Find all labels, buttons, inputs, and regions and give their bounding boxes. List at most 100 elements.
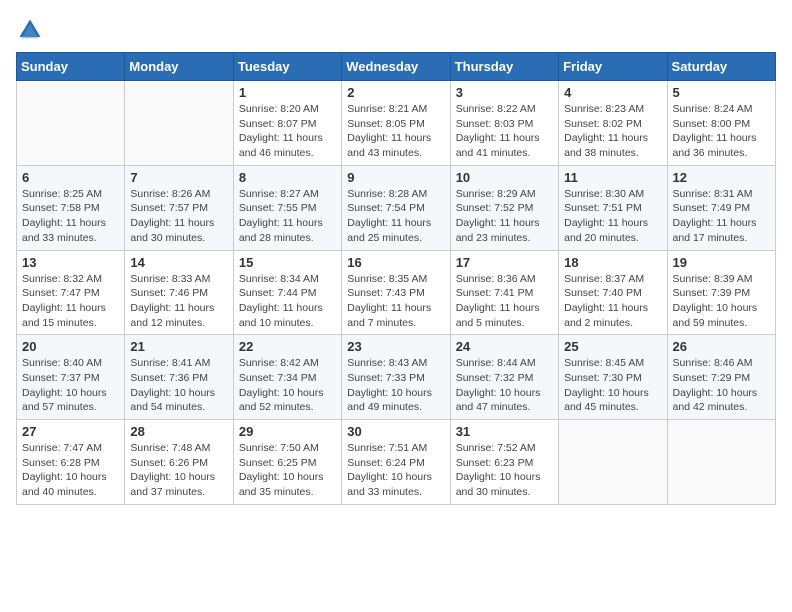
calendar-header-monday: Monday: [125, 53, 233, 81]
calendar-cell: 12 Sunrise: 8:31 AM Sunset: 7:49 PM Dayli…: [667, 165, 775, 250]
day-info: Sunrise: 8:40 AM Sunset: 7:37 PM Dayligh…: [22, 356, 119, 415]
day-info: Sunrise: 8:36 AM Sunset: 7:41 PM Dayligh…: [456, 272, 553, 331]
day-number: 22: [239, 339, 336, 354]
logo-icon: [16, 16, 44, 44]
calendar-cell: 18 Sunrise: 8:37 AM Sunset: 7:40 PM Dayli…: [559, 250, 667, 335]
day-info: Sunrise: 8:37 AM Sunset: 7:40 PM Dayligh…: [564, 272, 661, 331]
calendar-cell: 27Sunrise: 7:47 AM Sunset: 6:28 PM Dayli…: [17, 420, 125, 505]
calendar-header-friday: Friday: [559, 53, 667, 81]
day-info: Sunrise: 7:47 AM Sunset: 6:28 PM Dayligh…: [22, 441, 119, 500]
calendar-week-row: 6 Sunrise: 8:25 AM Sunset: 7:58 PM Daylig…: [17, 165, 776, 250]
day-info: Sunrise: 8:44 AM Sunset: 7:32 PM Dayligh…: [456, 356, 553, 415]
day-number: 20: [22, 339, 119, 354]
calendar-cell: 31 Sunrise: 7:52 AM Sunset: 6:23 PM Dayli…: [450, 420, 558, 505]
day-info: Sunrise: 7:50 AM Sunset: 6:25 PM Dayligh…: [239, 441, 336, 500]
calendar-cell: 7 Sunrise: 8:26 AM Sunset: 7:57 PM Daylig…: [125, 165, 233, 250]
day-info: Sunrise: 8:23 AM Sunset: 8:02 PM Dayligh…: [564, 102, 661, 161]
day-info: Sunrise: 7:48 AM Sunset: 6:26 PM Dayligh…: [130, 441, 227, 500]
calendar-cell: 21 Sunrise: 8:41 AM Sunset: 7:36 PM Dayli…: [125, 335, 233, 420]
calendar-cell: 9 Sunrise: 8:28 AM Sunset: 7:54 PM Daylig…: [342, 165, 450, 250]
calendar-cell: 26 Sunrise: 8:46 AM Sunset: 7:29 PM Dayli…: [667, 335, 775, 420]
day-info: Sunrise: 8:29 AM Sunset: 7:52 PM Dayligh…: [456, 187, 553, 246]
day-info: Sunrise: 7:51 AM Sunset: 6:24 PM Dayligh…: [347, 441, 444, 500]
day-number: 24: [456, 339, 553, 354]
calendar-week-row: 27Sunrise: 7:47 AM Sunset: 6:28 PM Dayli…: [17, 420, 776, 505]
day-number: 12: [673, 170, 770, 185]
calendar-cell: 30 Sunrise: 7:51 AM Sunset: 6:24 PM Dayli…: [342, 420, 450, 505]
day-number: 3: [456, 85, 553, 100]
day-info: Sunrise: 8:24 AM Sunset: 8:00 PM Dayligh…: [673, 102, 770, 161]
day-number: 21: [130, 339, 227, 354]
day-number: 26: [673, 339, 770, 354]
day-info: Sunrise: 8:31 AM Sunset: 7:49 PM Dayligh…: [673, 187, 770, 246]
day-info: Sunrise: 8:27 AM Sunset: 7:55 PM Dayligh…: [239, 187, 336, 246]
day-number: 18: [564, 255, 661, 270]
page-header: [16, 16, 776, 44]
calendar-header-wednesday: Wednesday: [342, 53, 450, 81]
calendar-cell: 23Sunrise: 8:43 AM Sunset: 7:33 PM Dayli…: [342, 335, 450, 420]
calendar-cell: 22Sunrise: 8:42 AM Sunset: 7:34 PM Dayli…: [233, 335, 341, 420]
day-info: Sunrise: 8:43 AM Sunset: 7:33 PM Dayligh…: [347, 356, 444, 415]
day-info: Sunrise: 8:26 AM Sunset: 7:57 PM Dayligh…: [130, 187, 227, 246]
calendar-week-row: 20 Sunrise: 8:40 AM Sunset: 7:37 PM Dayli…: [17, 335, 776, 420]
calendar-header-row: SundayMondayTuesdayWednesdayThursdayFrid…: [17, 53, 776, 81]
logo: [16, 16, 48, 44]
calendar-week-row: 1Sunrise: 8:20 AM Sunset: 8:07 PM Daylig…: [17, 81, 776, 166]
day-info: Sunrise: 7:52 AM Sunset: 6:23 PM Dayligh…: [456, 441, 553, 500]
day-number: 31: [456, 424, 553, 439]
calendar-week-row: 13 Sunrise: 8:32 AM Sunset: 7:47 PM Dayli…: [17, 250, 776, 335]
calendar-cell: [17, 81, 125, 166]
calendar-cell: 16 Sunrise: 8:35 AM Sunset: 7:43 PM Dayli…: [342, 250, 450, 335]
calendar-cell: 10 Sunrise: 8:29 AM Sunset: 7:52 PM Dayli…: [450, 165, 558, 250]
calendar-cell: 14 Sunrise: 8:33 AM Sunset: 7:46 PM Dayli…: [125, 250, 233, 335]
day-number: 2: [347, 85, 444, 100]
calendar-cell: 3 Sunrise: 8:22 AM Sunset: 8:03 PM Daylig…: [450, 81, 558, 166]
day-info: Sunrise: 8:20 AM Sunset: 8:07 PM Dayligh…: [239, 102, 336, 161]
calendar-cell: 2Sunrise: 8:21 AM Sunset: 8:05 PM Daylig…: [342, 81, 450, 166]
day-number: 4: [564, 85, 661, 100]
day-number: 30: [347, 424, 444, 439]
day-info: Sunrise: 8:22 AM Sunset: 8:03 PM Dayligh…: [456, 102, 553, 161]
day-number: 29: [239, 424, 336, 439]
day-info: Sunrise: 8:45 AM Sunset: 7:30 PM Dayligh…: [564, 356, 661, 415]
day-number: 8: [239, 170, 336, 185]
calendar-cell: 1Sunrise: 8:20 AM Sunset: 8:07 PM Daylig…: [233, 81, 341, 166]
day-info: Sunrise: 8:46 AM Sunset: 7:29 PM Dayligh…: [673, 356, 770, 415]
calendar-cell: [667, 420, 775, 505]
calendar-cell: 17 Sunrise: 8:36 AM Sunset: 7:41 PM Dayli…: [450, 250, 558, 335]
day-number: 28: [130, 424, 227, 439]
day-number: 7: [130, 170, 227, 185]
day-number: 10: [456, 170, 553, 185]
day-number: 25: [564, 339, 661, 354]
calendar-cell: 8 Sunrise: 8:27 AM Sunset: 7:55 PM Daylig…: [233, 165, 341, 250]
calendar-header-sunday: Sunday: [17, 53, 125, 81]
day-number: 15: [239, 255, 336, 270]
day-info: Sunrise: 8:32 AM Sunset: 7:47 PM Dayligh…: [22, 272, 119, 331]
day-number: 11: [564, 170, 661, 185]
calendar-header-tuesday: Tuesday: [233, 53, 341, 81]
calendar-body: 1Sunrise: 8:20 AM Sunset: 8:07 PM Daylig…: [17, 81, 776, 505]
calendar-cell: [559, 420, 667, 505]
day-info: Sunrise: 8:34 AM Sunset: 7:44 PM Dayligh…: [239, 272, 336, 331]
day-number: 17: [456, 255, 553, 270]
day-info: Sunrise: 8:30 AM Sunset: 7:51 PM Dayligh…: [564, 187, 661, 246]
day-info: Sunrise: 8:25 AM Sunset: 7:58 PM Dayligh…: [22, 187, 119, 246]
day-number: 14: [130, 255, 227, 270]
day-number: 6: [22, 170, 119, 185]
day-number: 13: [22, 255, 119, 270]
day-info: Sunrise: 8:33 AM Sunset: 7:46 PM Dayligh…: [130, 272, 227, 331]
day-info: Sunrise: 8:41 AM Sunset: 7:36 PM Dayligh…: [130, 356, 227, 415]
calendar-cell: 4 Sunrise: 8:23 AM Sunset: 8:02 PM Daylig…: [559, 81, 667, 166]
calendar-cell: 25 Sunrise: 8:45 AM Sunset: 7:30 PM Dayli…: [559, 335, 667, 420]
calendar-cell: 29 Sunrise: 7:50 AM Sunset: 6:25 PM Dayli…: [233, 420, 341, 505]
day-info: Sunrise: 8:39 AM Sunset: 7:39 PM Dayligh…: [673, 272, 770, 331]
calendar-cell: 19Sunrise: 8:39 AM Sunset: 7:39 PM Dayli…: [667, 250, 775, 335]
day-number: 9: [347, 170, 444, 185]
day-info: Sunrise: 8:35 AM Sunset: 7:43 PM Dayligh…: [347, 272, 444, 331]
day-info: Sunrise: 8:28 AM Sunset: 7:54 PM Dayligh…: [347, 187, 444, 246]
calendar-cell: 11 Sunrise: 8:30 AM Sunset: 7:51 PM Dayli…: [559, 165, 667, 250]
calendar-cell: 28 Sunrise: 7:48 AM Sunset: 6:26 PM Dayli…: [125, 420, 233, 505]
calendar-cell: 15 Sunrise: 8:34 AM Sunset: 7:44 PM Dayli…: [233, 250, 341, 335]
calendar-cell: 13 Sunrise: 8:32 AM Sunset: 7:47 PM Dayli…: [17, 250, 125, 335]
day-number: 16: [347, 255, 444, 270]
